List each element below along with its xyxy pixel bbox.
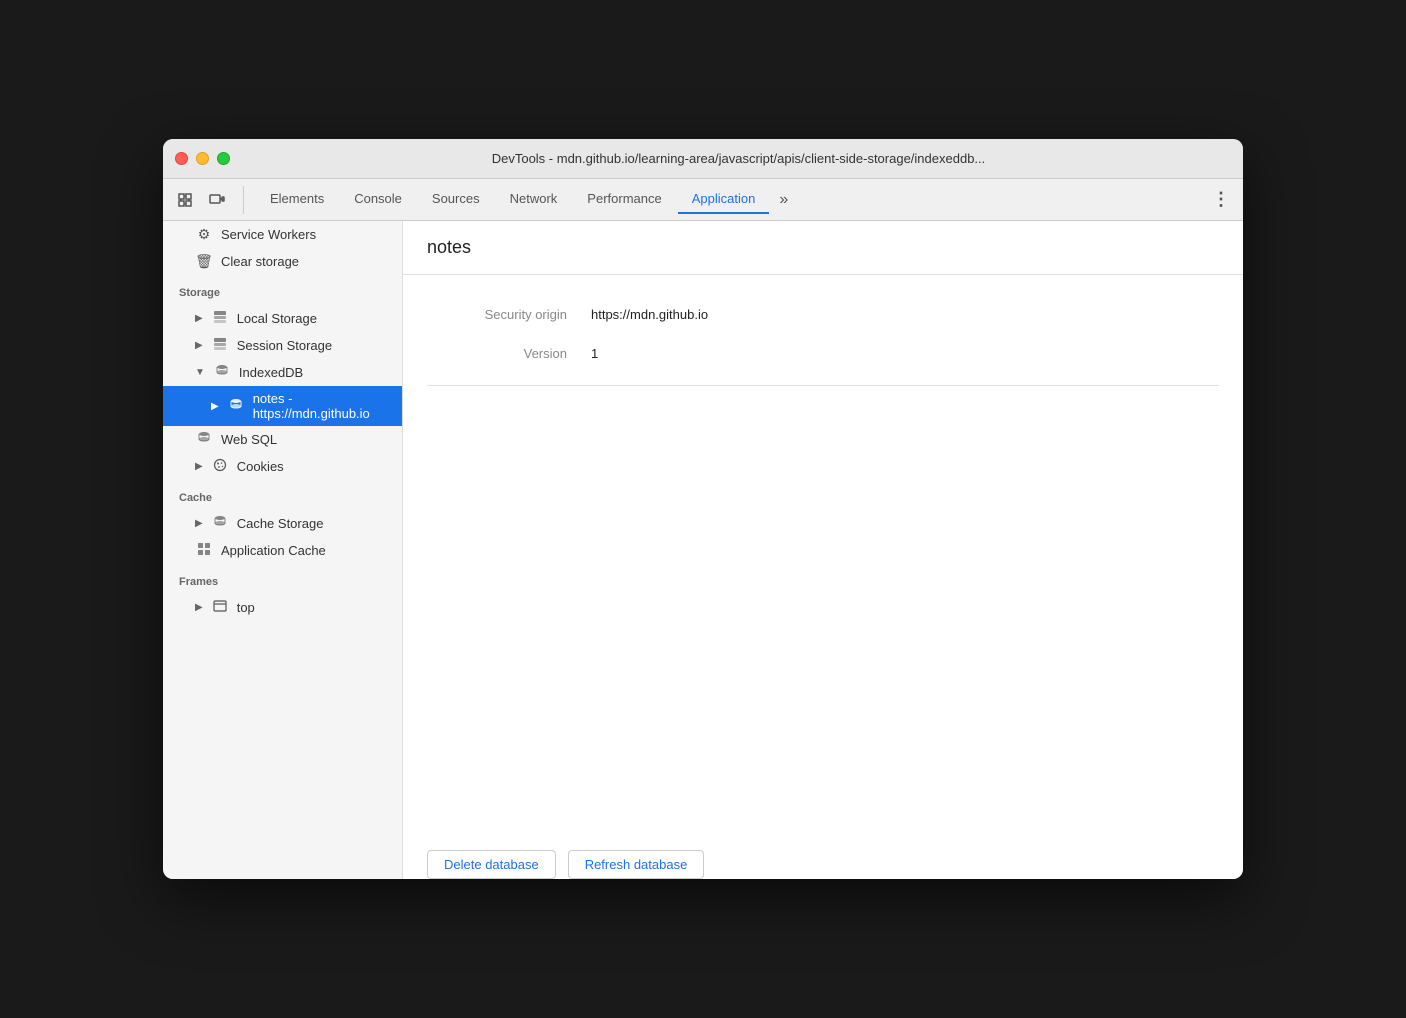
session-storage-icon <box>211 337 229 354</box>
security-origin-label: Security origin <box>427 307 567 322</box>
more-tabs-button[interactable]: » <box>771 187 796 213</box>
sidebar-item-service-workers[interactable]: ⚙ Service Workers <box>163 221 402 248</box>
devtools-window: DevTools - mdn.github.io/learning-area/j… <box>163 139 1243 879</box>
window-title: DevTools - mdn.github.io/learning-area/j… <box>246 151 1231 166</box>
indexeddb-arrow: ▼ <box>195 367 205 378</box>
clear-storage-icon: 🗑 <box>195 253 213 270</box>
minimize-button[interactable] <box>196 152 209 165</box>
button-row: Delete database Refresh database <box>403 850 1243 879</box>
service-workers-label: Service Workers <box>221 227 316 242</box>
delete-database-button[interactable]: Delete database <box>427 850 556 879</box>
panel-header: notes <box>403 221 1243 275</box>
traffic-lights <box>175 152 230 165</box>
device-icon[interactable] <box>203 186 231 214</box>
sidebar-item-indexeddb[interactable]: ▼ IndexedDB <box>163 359 402 386</box>
panel: notes Security origin https://mdn.github… <box>403 221 1243 879</box>
tab-icon-group <box>171 186 244 214</box>
clear-storage-label: Clear storage <box>221 254 299 269</box>
sidebar-item-clear-storage[interactable]: 🗑 Clear storage <box>163 248 402 275</box>
inspect-icon[interactable] <box>171 186 199 214</box>
tab-elements[interactable]: Elements <box>256 185 338 214</box>
title-bar: DevTools - mdn.github.io/learning-area/j… <box>163 139 1243 179</box>
security-origin-value: https://mdn.github.io <box>591 307 708 322</box>
version-row: Version 1 <box>427 346 1219 361</box>
session-storage-arrow: ▶ <box>195 340 203 351</box>
sidebar: ⚙ Service Workers 🗑 Clear storage Storag… <box>163 221 403 879</box>
tab-console[interactable]: Console <box>340 185 416 214</box>
notes-db-label: notes - https://mdn.github.io <box>253 391 386 421</box>
close-button[interactable] <box>175 152 188 165</box>
sidebar-item-session-storage[interactable]: ▶ Session Storage <box>163 332 402 359</box>
cache-storage-icon <box>211 515 229 532</box>
sidebar-item-local-storage[interactable]: ▶ Local Storage <box>163 305 402 332</box>
service-workers-icon: ⚙ <box>195 226 213 243</box>
cache-section-label: Cache <box>163 480 402 510</box>
version-label: Version <box>427 346 567 361</box>
panel-title: notes <box>427 237 471 257</box>
refresh-database-button[interactable]: Refresh database <box>568 850 705 879</box>
devtools-menu-button[interactable]: ⋮ <box>1207 186 1235 214</box>
frames-section-label: Frames <box>163 564 402 594</box>
sidebar-item-notes-db[interactable]: ▶ notes - https://mdn.github.io <box>163 386 402 426</box>
main-content: ⚙ Service Workers 🗑 Clear storage Storag… <box>163 221 1243 879</box>
web-sql-icon <box>195 431 213 448</box>
local-storage-arrow: ▶ <box>195 313 203 324</box>
maximize-button[interactable] <box>217 152 230 165</box>
top-label: top <box>237 600 255 615</box>
sidebar-item-cookies[interactable]: ▶ Cookies <box>163 453 402 480</box>
version-value: 1 <box>591 346 598 361</box>
tab-application[interactable]: Application <box>678 185 770 214</box>
sidebar-item-application-cache[interactable]: Application Cache <box>163 537 402 564</box>
local-storage-icon <box>211 310 229 327</box>
notes-db-icon <box>227 398 245 415</box>
indexeddb-icon <box>213 364 231 381</box>
cookies-label: Cookies <box>237 459 284 474</box>
divider <box>427 385 1219 386</box>
top-arrow: ▶ <box>195 602 203 613</box>
cookies-arrow: ▶ <box>195 461 203 472</box>
web-sql-label: Web SQL <box>221 432 277 447</box>
cache-storage-arrow: ▶ <box>195 518 203 529</box>
tab-bar: Elements Console Sources Network Perform… <box>163 179 1243 221</box>
notes-db-arrow: ▶ <box>211 401 219 412</box>
storage-section-label: Storage <box>163 275 402 305</box>
tabs-container: Elements Console Sources Network Perform… <box>256 185 1207 214</box>
tab-sources[interactable]: Sources <box>418 185 494 214</box>
sidebar-item-cache-storage[interactable]: ▶ Cache Storage <box>163 510 402 537</box>
session-storage-label: Session Storage <box>237 338 332 353</box>
cache-storage-label: Cache Storage <box>237 516 324 531</box>
tab-network[interactable]: Network <box>496 185 572 214</box>
security-origin-row: Security origin https://mdn.github.io <box>427 307 1219 322</box>
top-icon <box>211 599 229 616</box>
indexeddb-label: IndexedDB <box>239 365 303 380</box>
sidebar-item-top[interactable]: ▶ top <box>163 594 402 621</box>
application-cache-label: Application Cache <box>221 543 326 558</box>
cookies-icon <box>211 458 229 475</box>
local-storage-label: Local Storage <box>237 311 317 326</box>
panel-body: Security origin https://mdn.github.io Ve… <box>403 275 1243 850</box>
application-cache-icon <box>195 542 213 559</box>
tab-performance[interactable]: Performance <box>573 185 675 214</box>
sidebar-item-web-sql[interactable]: Web SQL <box>163 426 402 453</box>
